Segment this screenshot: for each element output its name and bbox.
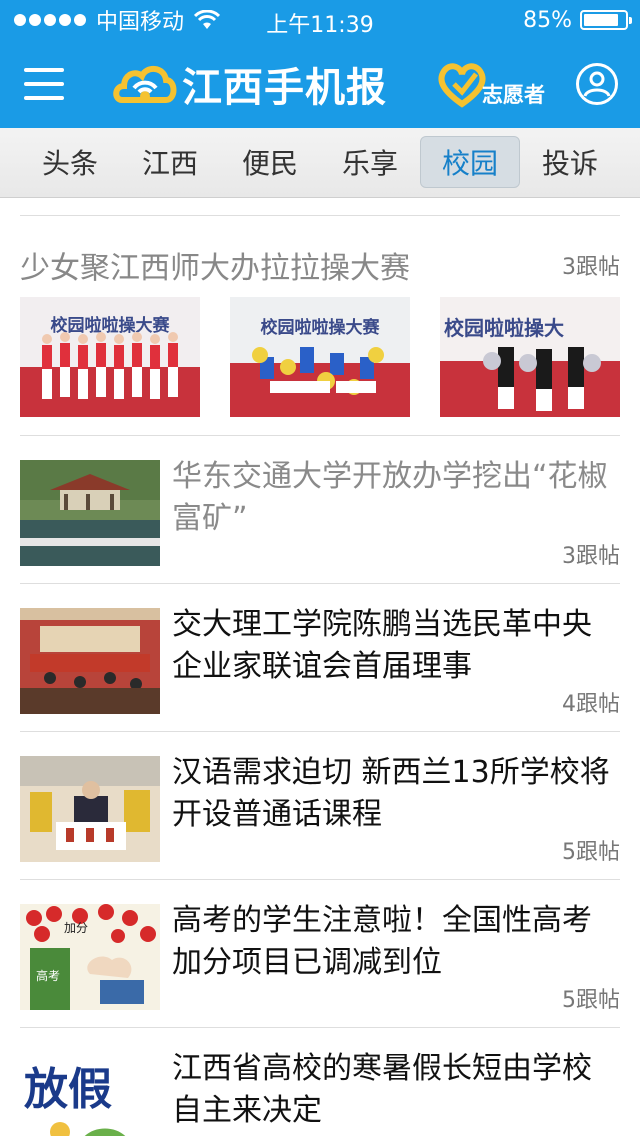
article-thumbnail: 加分 高考 (20, 904, 160, 1010)
tab-leisure[interactable]: 乐享 (320, 136, 420, 188)
thumb-text-holiday: 放假 (24, 1064, 112, 1115)
news-feed[interactable]: 少女聚江西师大办拉拉操大赛 3跟帖 校园啦啦操大赛 校园啦啦操大赛 校园啦啦操大… (0, 199, 640, 1136)
gallery-image-3[interactable]: 校园啦啦操大 (440, 297, 620, 417)
signal-icon (14, 14, 86, 26)
comment-count: 3跟帖 (562, 544, 620, 569)
article-thumbnail (20, 608, 160, 714)
news-item[interactable]: 放假 江西省高校的寒暑假长短由学校自主来决定 (0, 1028, 640, 1136)
battery-level (584, 14, 618, 26)
status-right: 85% (523, 0, 632, 40)
battery-icon (580, 10, 632, 30)
news-item[interactable]: 汉语需求迫切 新西兰13所学校将开设普通话课程 5跟帖 (0, 732, 640, 878)
carrier-label: 中国移动 (96, 10, 185, 35)
article-title: 汉语需求迫切 新西兰13所学校将开设普通话课程 (172, 755, 610, 832)
volunteer-button[interactable]: 志愿者 (436, 56, 545, 112)
tab-headlines[interactable]: 头条 (20, 136, 120, 188)
news-item[interactable]: 加分 高考 高考的学生注意啦！全国性高考加分项目已调减到位 5跟帖 (0, 880, 640, 1026)
user-profile-icon[interactable] (576, 63, 618, 105)
comment-count: 3跟帖 (562, 255, 620, 280)
banner-text: 校园啦啦操大赛 (261, 317, 381, 338)
app-screen: 中国移动 上午11:39 85% 江西手机报 志愿者 头条 江西 便民 乐享 校… (0, 0, 640, 1136)
app-title: 江西手机报 (182, 65, 387, 111)
app-header: 江西手机报 志愿者 (0, 40, 640, 128)
gallery-image-2[interactable]: 校园啦啦操大赛 (230, 297, 410, 417)
gallery-title: 少女聚江西师大办拉拉操大赛 (20, 251, 410, 286)
article-title: 华东交通大学开放办学挖出“花椒富矿” (172, 459, 608, 536)
news-item[interactable]: 华东交通大学开放办学挖出“花椒富矿” 3跟帖 (0, 436, 640, 582)
thumb-text-score: 加分 (64, 921, 88, 935)
tab-services[interactable]: 便民 (220, 136, 320, 188)
comment-count: 5跟帖 (562, 840, 620, 865)
app-logo: 江西手机报 (112, 54, 387, 114)
status-bar: 中国移动 上午11:39 85% (0, 0, 640, 40)
tab-campus[interactable]: 校园 (420, 136, 520, 188)
gallery-item[interactable]: 少女聚江西师大办拉拉操大赛 3跟帖 校园啦啦操大赛 校园啦啦操大赛 校园啦啦操大 (0, 199, 640, 435)
tab-jiangxi[interactable]: 江西 (120, 136, 220, 188)
article-title: 交大理工学院陈鹏当选民革中央企业家联谊会首届理事 (172, 607, 592, 684)
menu-icon[interactable] (24, 68, 64, 100)
status-left: 中国移动 (14, 0, 221, 40)
article-thumbnail (20, 756, 160, 862)
article-thumbnail (20, 460, 160, 566)
comment-count: 5跟帖 (562, 988, 620, 1013)
banner-text: 校园啦啦操大赛 (51, 315, 171, 336)
article-thumbnail: 放假 (20, 1052, 160, 1136)
logo-cloud-icon (113, 66, 177, 103)
battery-percent: 85% (523, 7, 572, 33)
wifi-icon (194, 10, 221, 29)
tab-complaints[interactable]: 投诉 (520, 136, 620, 188)
news-item[interactable]: 交大理工学院陈鹏当选民革中央企业家联谊会首届理事 4跟帖 (0, 584, 640, 730)
heart-hand-icon (438, 63, 486, 108)
person-icon (583, 71, 611, 97)
volunteer-label: 志愿者 (482, 83, 545, 107)
banner-text: 校园啦啦操大 (444, 316, 564, 340)
thumb-text-exam: 高考 (36, 968, 60, 983)
gallery-image-1[interactable]: 校园啦啦操大赛 (20, 297, 200, 417)
article-title: 高考的学生注意啦！全国性高考加分项目已调减到位 (172, 903, 592, 980)
category-tabs: 头条 江西 便民 乐享 校园 投诉 (0, 128, 640, 198)
comment-count: 4跟帖 (562, 692, 620, 717)
article-title: 江西省高校的寒暑假长短由学校自主来决定 (172, 1051, 592, 1128)
